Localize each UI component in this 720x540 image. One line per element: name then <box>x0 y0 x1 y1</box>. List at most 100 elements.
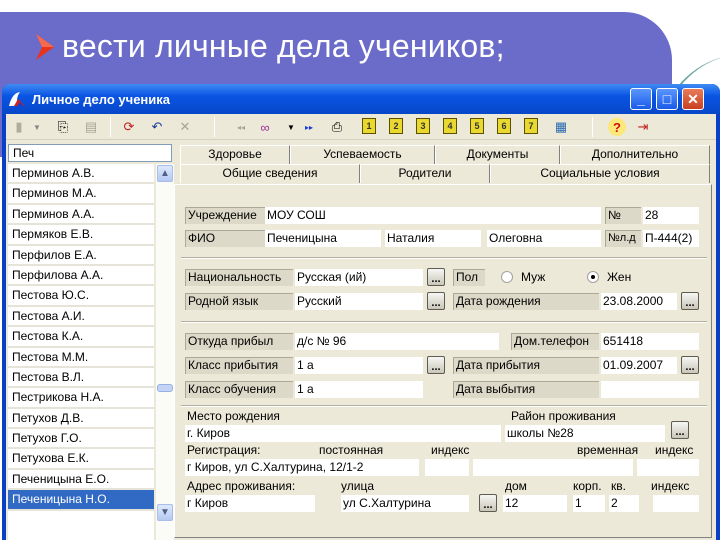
list-scrollbar[interactable]: ▲ ▼ <box>156 164 174 540</box>
next-icon[interactable]: ▸▸ <box>300 118 318 136</box>
page-7-icon[interactable]: 7 <box>524 118 538 134</box>
street-pick-button[interactable]: ... <box>479 494 497 512</box>
student-list-item[interactable]: Перминов А.В. <box>8 164 154 185</box>
student-list-pane: Печ Перминов А.В. Перминов М.А. Перминов А… <box>8 144 174 540</box>
arrival-date-pick-button[interactable]: ... <box>681 356 699 374</box>
nationality-pick-button[interactable]: ... <box>427 268 445 286</box>
student-list-item[interactable]: Пестова В.Л. <box>8 368 154 389</box>
native-language-field[interactable]: Русский <box>295 293 423 310</box>
sex-female-radio[interactable] <box>587 271 599 283</box>
binoculars-icon[interactable]: ∞ <box>256 118 274 136</box>
student-list-item[interactable]: Пестова К.А. <box>8 327 154 348</box>
student-list-item[interactable]: Перфилова А.А. <box>8 266 154 287</box>
copy-icon[interactable]: ⎘ <box>54 118 72 136</box>
home-phone-field[interactable]: 651418 <box>601 333 699 350</box>
page-6-icon[interactable]: 6 <box>497 118 511 134</box>
birth-date-label: Дата рождения <box>453 293 599 310</box>
student-list-item[interactable]: Петухов Д.В. <box>8 409 154 430</box>
page-4-icon[interactable]: 4 <box>443 118 457 134</box>
new-doc-icon[interactable]: ▮ <box>10 118 28 136</box>
dropdown-arrow-icon[interactable]: ▼ <box>282 118 300 136</box>
file-number-field[interactable]: П-444(2) <box>643 230 699 247</box>
arrival-class-field[interactable]: 1 а <box>295 357 423 374</box>
refresh-icon[interactable]: ⟳ <box>120 118 138 136</box>
patronymic-field[interactable]: Олеговна <box>487 230 601 247</box>
came-from-field[interactable]: д/с № 96 <box>295 333 499 350</box>
student-list-item[interactable]: Пестрикова Н.А. <box>8 388 154 409</box>
sex-male-radio[interactable] <box>501 271 513 283</box>
search-input[interactable]: Печ <box>8 144 172 162</box>
apartment-field[interactable]: 2 <box>609 495 639 512</box>
print-icon[interactable]: ⎙ <box>328 118 346 136</box>
student-list-item[interactable]: Перминов М.А. <box>8 184 154 205</box>
tab-parents[interactable]: Родители <box>360 164 490 183</box>
scroll-up-button[interactable]: ▲ <box>157 165 173 182</box>
page-1-icon[interactable]: 1 <box>362 118 376 134</box>
minimize-button[interactable]: _ <box>630 88 652 110</box>
student-list-item[interactable]: Перминов А.А. <box>8 205 154 226</box>
street-label: улица <box>341 479 374 493</box>
dropdown-arrow-icon[interactable]: ▼ <box>28 118 46 136</box>
address-label: Адрес проживания: <box>187 479 296 493</box>
institution-field[interactable]: МОУ СОШ <box>265 207 601 224</box>
toolbar-separator <box>110 117 111 137</box>
city-field[interactable]: г Киров <box>185 495 315 512</box>
birthplace-label: Место рождения <box>187 409 280 423</box>
delete-icon[interactable]: ✕ <box>176 118 194 136</box>
student-list-item[interactable]: Пестова А.И. <box>8 307 154 328</box>
help-icon[interactable]: ? <box>608 118 626 136</box>
prev-icon[interactable]: ◂◂ <box>232 118 250 136</box>
page-3-icon[interactable]: 3 <box>416 118 430 134</box>
undo-icon[interactable]: ↶ <box>148 118 166 136</box>
addr-index-field[interactable] <box>653 495 699 512</box>
registration-field[interactable]: г Киров, ул С.Халтурина, 12/1-2 <box>185 459 419 476</box>
page-2-icon[interactable]: 2 <box>389 118 403 134</box>
street-field[interactable]: ул С.Халтурина <box>341 495 469 512</box>
title-bar[interactable]: Личное дело ученика _ □ ✕ <box>2 84 720 114</box>
student-list-item[interactable]: Печеницына Е.О. <box>8 470 154 491</box>
arrival-date-field[interactable]: 01.09.2007 <box>601 357 677 374</box>
tab-general[interactable]: Общие сведения <box>180 164 360 183</box>
district-pick-button[interactable]: ... <box>671 421 689 439</box>
temp-registration-field[interactable] <box>473 459 633 476</box>
birthplace-field[interactable]: г. Киров <box>185 425 501 442</box>
scroll-thumb[interactable] <box>157 384 173 392</box>
close-icon: ✕ <box>687 90 699 107</box>
leave-date-field[interactable] <box>601 381 699 398</box>
temp-index-field[interactable] <box>637 459 699 476</box>
student-list-item[interactable]: Петухова Е.К. <box>8 449 154 470</box>
page-5-icon[interactable]: 5 <box>470 118 484 134</box>
building-field[interactable]: 1 <box>573 495 605 512</box>
tab-additional[interactable]: Дополнительно <box>560 145 710 164</box>
student-list-item[interactable]: Пестова М.М. <box>8 348 154 368</box>
birth-date-field[interactable]: 23.08.2000 <box>601 293 677 310</box>
institution-label: Учреждение <box>185 207 265 224</box>
tab-health[interactable]: Здоровье <box>180 145 290 164</box>
tab-progress[interactable]: Успеваемость <box>290 145 435 164</box>
tab-documents[interactable]: Документы <box>435 145 560 164</box>
report-icon[interactable]: ▦ <box>552 118 570 136</box>
reg-index-field[interactable] <box>425 459 469 476</box>
divider <box>181 405 707 407</box>
first-name-field[interactable]: Наталия <box>385 230 481 247</box>
student-list-item[interactable]: Пестова Ю.С. <box>8 286 154 307</box>
house-field[interactable]: 12 <box>503 495 567 512</box>
student-list-item[interactable]: Петухов Г.О. <box>8 429 154 450</box>
study-class-field[interactable]: 1 а <box>295 381 423 398</box>
student-list-item[interactable]: Пермяков Е.В. <box>8 225 154 246</box>
district-field[interactable]: школы №28 <box>505 425 665 442</box>
student-list-item[interactable]: Печеницына Н.О. <box>8 490 154 511</box>
language-pick-button[interactable]: ... <box>427 292 445 310</box>
last-name-field[interactable]: Печеницына <box>265 230 381 247</box>
tab-social[interactable]: Социальные условия <box>490 164 710 183</box>
list-icon[interactable]: ▤ <box>82 118 100 136</box>
exit-icon[interactable]: ⇥ <box>634 118 652 136</box>
maximize-button[interactable]: □ <box>656 88 678 110</box>
close-button[interactable]: ✕ <box>682 88 704 110</box>
scroll-down-button[interactable]: ▼ <box>157 504 173 521</box>
birth-date-pick-button[interactable]: ... <box>681 292 699 310</box>
number-field[interactable]: 28 <box>643 207 699 224</box>
nationality-field[interactable]: Русская (ий) <box>295 269 423 286</box>
student-list-item[interactable]: Перфилов Е.А. <box>8 246 154 266</box>
arrival-class-pick-button[interactable]: ... <box>427 356 445 374</box>
